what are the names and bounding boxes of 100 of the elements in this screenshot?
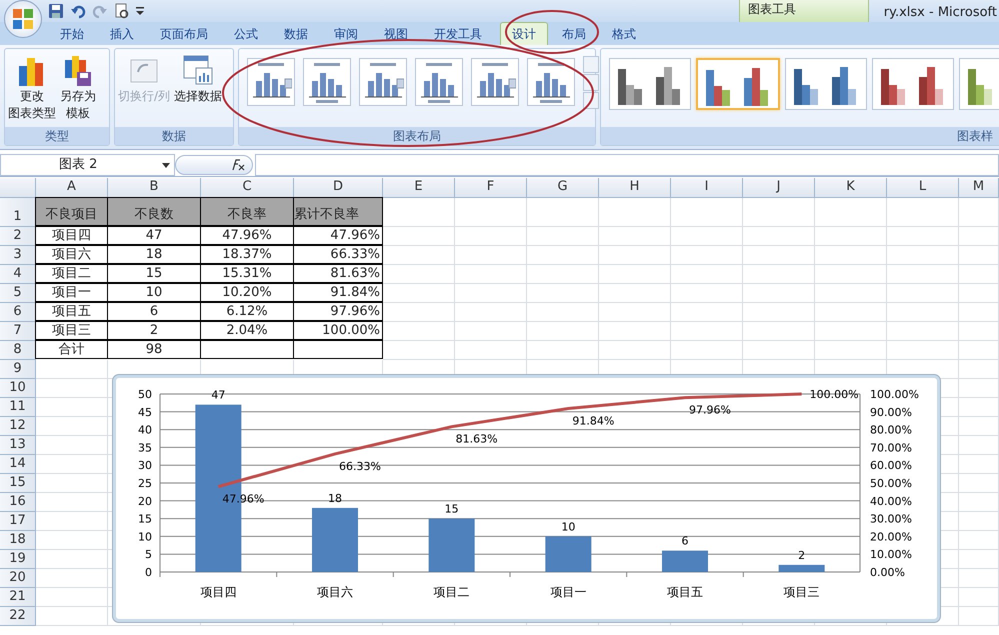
name-box[interactable]: 图表 2 [0,154,175,176]
row-header[interactable]: 9 [0,360,36,379]
ribbon-tab[interactable]: 开始 [48,22,96,45]
row-header[interactable]: 16 [0,493,36,512]
empty-cell [887,265,959,284]
empty-cell [959,379,999,398]
data-label: 10 [561,520,576,534]
ribbon-tab[interactable]: 数据 [272,22,320,45]
chart-layout-thumbnail[interactable] [527,58,575,106]
empty-cell [671,227,743,246]
row-header[interactable]: 7 [0,322,36,341]
category-label: 项目三 [784,585,820,599]
row-header[interactable]: 11 [0,398,36,417]
row-header[interactable]: 1 [0,198,36,227]
column-header[interactable]: I [671,178,743,198]
chart-style-thumbnail[interactable] [785,58,867,110]
empty-cell [959,246,999,265]
column-header[interactable]: M [959,178,999,198]
table-cell: 98 [107,340,201,359]
print-preview-icon[interactable] [114,3,130,19]
empty-cell [887,303,959,322]
row-header[interactable]: 12 [0,417,36,436]
table-cell: 91.84% [293,283,383,302]
ribbon-tab[interactable]: 插入 [98,22,146,45]
function-icon[interactable] [230,159,246,171]
row-header[interactable]: 3 [0,246,36,265]
empty-cell [743,227,815,246]
customize-toolbar-icon[interactable] [136,6,144,16]
ribbon-button[interactable]: 另存为 模板 [59,52,97,124]
undo-icon[interactable] [70,3,86,19]
empty-cell [815,303,887,322]
row-header[interactable]: 21 [0,588,36,607]
ribbon-tab[interactable]: 审阅 [322,22,370,45]
column-header[interactable]: D [294,178,383,198]
row-header[interactable]: 15 [0,474,36,493]
header-cell: 不良率 [200,197,294,226]
column-header[interactable]: C [201,178,294,198]
group-label: 数据 [115,127,233,145]
dropdown-caret-icon[interactable] [162,162,170,168]
data-label: 47.96% [222,492,264,506]
office-logo-icon[interactable] [11,7,35,31]
column-header[interactable]: L [887,178,959,198]
ribbon-tab[interactable]: 格式 [600,22,648,45]
column-header[interactable]: F [455,178,527,198]
row-header[interactable]: 19 [0,550,36,569]
window-title: ry.xlsx - Microsoft [884,4,997,22]
column-header[interactable]: B [108,178,201,198]
column-header[interactable]: K [815,178,887,198]
empty-cell [959,303,999,322]
ribbon-tab[interactable]: 页面布局 [148,22,220,45]
ribbon-tab[interactable]: 视图 [372,22,420,45]
column-header[interactable]: H [599,178,671,198]
ribbon-button[interactable]: 更改 图表类型 [7,52,57,124]
row-header[interactable]: 20 [0,569,36,588]
empty-cell [959,436,999,455]
row-header[interactable]: 6 [0,303,36,322]
empty-cell [455,227,527,246]
chart-layout-thumbnail[interactable] [303,58,351,106]
row-header[interactable]: 22 [0,607,36,626]
chart-style-thumbnail[interactable] [696,58,780,110]
row-header[interactable]: 17 [0,512,36,531]
column-header[interactable]: A [36,178,108,198]
chart-layout-thumbnail[interactable] [247,58,295,106]
empty-cell [671,284,743,303]
row-header[interactable]: 2 [0,227,36,246]
column-header[interactable]: J [743,178,815,198]
column-header[interactable]: G [527,178,599,198]
empty-cell [383,322,455,341]
chart-layout-thumbnail[interactable] [471,58,519,106]
row-header[interactable]: 5 [0,284,36,303]
chart-style-thumbnail[interactable] [609,58,691,110]
chart-area[interactable]: 0 5 10 15 20 25 30 35 40 45 50 项目四 项目六 项目二 项目一 项目五 项目三 47 18 15 10 6 2 0.00% 10.00% 20.00% 30.00% 40.00% 50.00% 60.00% 70.00% 80.00% 90.00% 100.00% 47.96% 66.33% 81.63% 91.84% 97.96% 100.00% [113,375,940,622]
axis-tick-label: 20.00% [870,530,912,544]
row-header[interactable]: 10 [0,379,36,398]
empty-cell [815,246,887,265]
empty-cell [743,303,815,322]
chart-layout-thumbnail[interactable] [359,58,407,106]
ribbon-tab[interactable]: 布局 [550,22,598,45]
row-header[interactable]: 14 [0,455,36,474]
chart-layout-thumbnail[interactable] [415,58,463,106]
empty-cell [743,284,815,303]
data-label: 6 [682,534,688,548]
category-label: 项目六 [317,585,353,599]
formula-input-field[interactable] [255,154,999,176]
ribbon-tab[interactable]: 开发工具 [422,22,494,45]
row-header[interactable]: 8 [0,341,36,360]
ribbon-tab[interactable]: 设计 [500,22,548,45]
empty-cell [383,265,455,284]
row-header[interactable]: 4 [0,265,36,284]
empty-cell [671,265,743,284]
row-header[interactable]: 18 [0,531,36,550]
column-header[interactable]: E [383,178,455,198]
row-header[interactable]: 13 [0,436,36,455]
ribbon-button[interactable]: 选择数据 [173,52,224,107]
axis-tick-label: 30 [138,459,152,472]
data-label: 18 [328,492,342,505]
chart-style-thumbnail[interactable] [872,58,954,110]
axis-tick-label: 35 [138,441,152,454]
ribbon-tab[interactable]: 公式 [222,22,270,45]
save-icon[interactable] [48,3,64,19]
